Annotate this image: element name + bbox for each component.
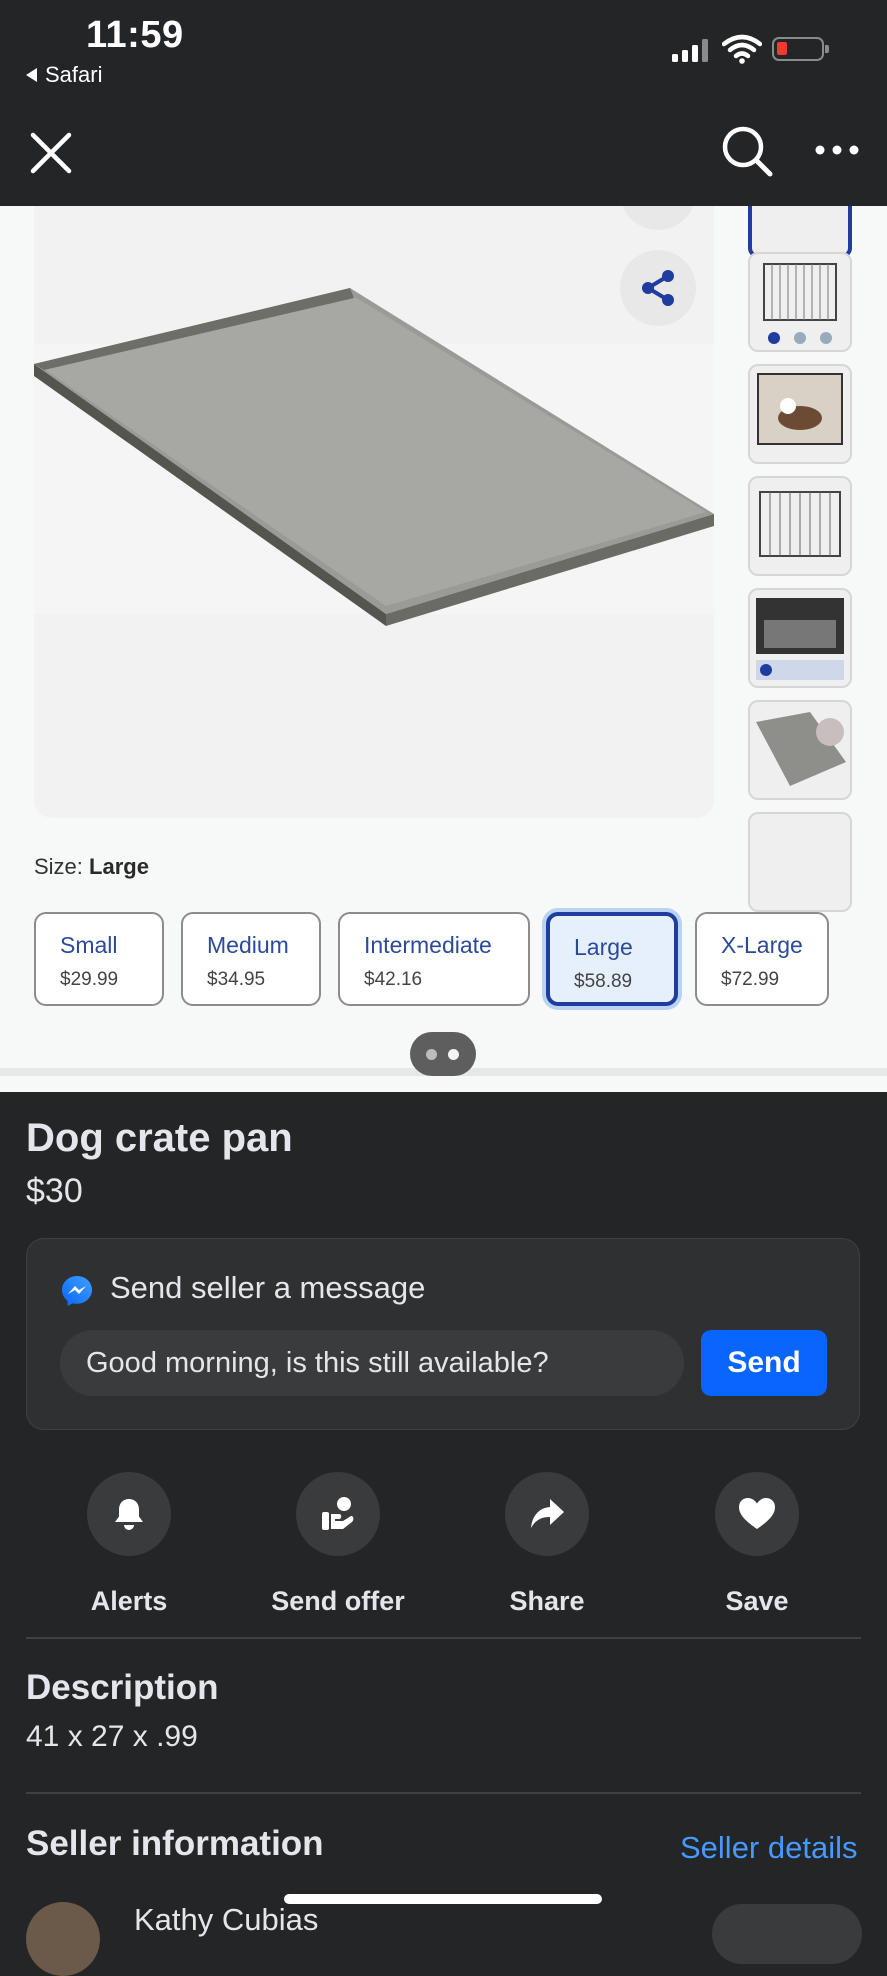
alerts-button[interactable]: Alerts: [49, 1472, 209, 1617]
share-nodes-icon: [642, 270, 674, 306]
seller-details-link[interactable]: Seller details: [680, 1830, 857, 1866]
seller-follow-button[interactable]: [712, 1904, 862, 1964]
send-button[interactable]: Send: [701, 1330, 827, 1396]
alerts-label: Alerts: [90, 1586, 168, 1616]
message-input[interactable]: [60, 1330, 684, 1396]
heart-icon: [739, 1498, 775, 1529]
thumbnail: [748, 206, 852, 258]
close-icon[interactable]: [28, 130, 74, 176]
send-offer-label: Send offer: [271, 1586, 405, 1616]
share-arrow-icon: [531, 1499, 564, 1528]
size-option-medium: Medium $34.95: [181, 912, 321, 1006]
share-button: [620, 250, 696, 326]
size-option-x-large: X-Large $72.99: [695, 912, 829, 1006]
back-to-app-link[interactable]: Safari: [26, 62, 102, 88]
save-button[interactable]: Save: [677, 1472, 837, 1617]
thumbnail: [748, 812, 852, 912]
cellular-signal-icon: [672, 38, 708, 62]
listing-price: $30: [26, 1172, 83, 1210]
save-label: Save: [725, 1586, 789, 1616]
seller-info-heading: Seller information: [26, 1824, 324, 1863]
size-option-large: Large $58.89: [546, 912, 678, 1006]
thumbnail: [748, 700, 852, 800]
bell-icon: [115, 1499, 143, 1530]
offer-hand-icon: [322, 1497, 354, 1530]
wifi-icon: [722, 34, 762, 64]
back-triangle-icon: [26, 68, 37, 82]
product-main-image: [34, 206, 714, 818]
crate-pan-image: [34, 288, 714, 626]
share-label: Share: [509, 1586, 585, 1616]
size-option-intermediate: Intermediate $42.16: [338, 912, 530, 1006]
seller-name[interactable]: Kathy Cubias: [134, 1902, 318, 1938]
photo-pager[interactable]: [410, 1032, 476, 1076]
seller-avatar[interactable]: [26, 1902, 100, 1976]
message-card-title: Send seller a message: [110, 1270, 426, 1305]
more-horizontal-icon[interactable]: [814, 138, 860, 162]
battery-icon: [772, 37, 829, 61]
size-option-small: Small $29.99: [34, 912, 164, 1006]
share-listing-button[interactable]: Share: [467, 1472, 627, 1617]
description-heading: Description: [26, 1668, 219, 1707]
messenger-icon: [62, 1276, 92, 1306]
listing-photo[interactable]: Size: Large Small $29.99 Medium $34.95 Int…: [0, 206, 887, 1092]
thumbnail: [748, 476, 852, 576]
listing-title: Dog crate pan: [26, 1116, 293, 1160]
send-offer-button[interactable]: Send offer: [258, 1472, 418, 1617]
size-label: Size: Large: [34, 854, 149, 879]
thumbnail: [748, 252, 852, 352]
search-icon[interactable]: [720, 124, 774, 178]
thumbnail: [748, 588, 852, 688]
thumbnail: [748, 364, 852, 464]
section-divider: [26, 1637, 861, 1639]
status-time: 11:59: [86, 14, 184, 56]
description-text: 41 x 27 x .99: [26, 1720, 198, 1753]
home-indicator[interactable]: [284, 1894, 602, 1904]
section-divider: [26, 1792, 861, 1794]
back-app-label: Safari: [45, 62, 103, 87]
